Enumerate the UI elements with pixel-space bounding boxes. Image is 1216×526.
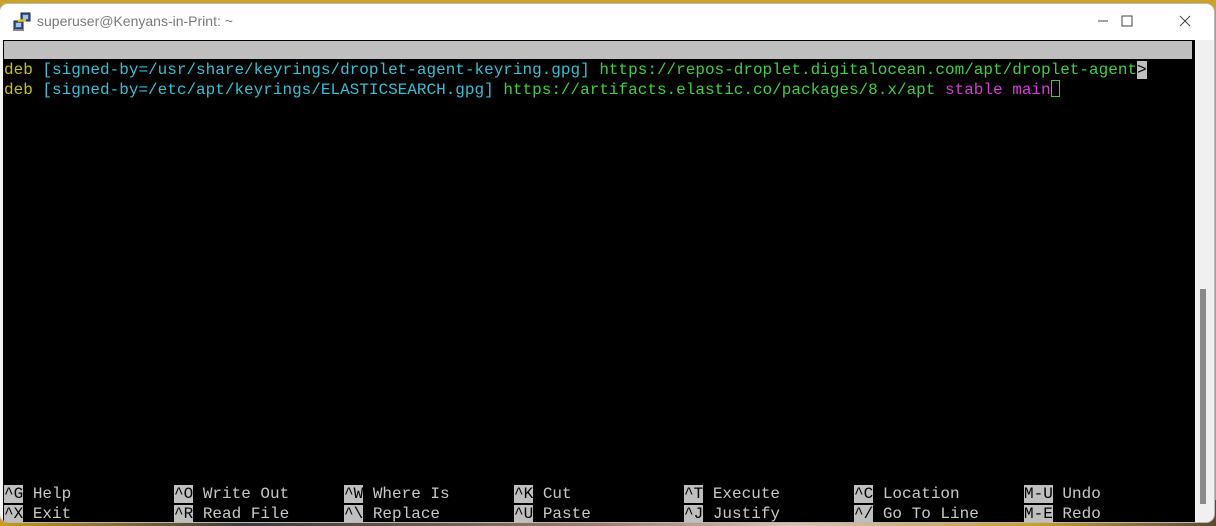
close-icon bbox=[1179, 15, 1191, 27]
shortcut-label: Replace bbox=[372, 505, 441, 522]
shortcut-label: Where Is bbox=[372, 485, 450, 503]
shortcut-key: ^/ bbox=[854, 505, 874, 522]
shortcut-justify[interactable]: ^J Justify bbox=[684, 504, 780, 522]
shortcut-key: ^G bbox=[4, 485, 24, 503]
shortcut-go-to-line[interactable]: ^/ Go To Line bbox=[854, 504, 979, 522]
terminal-window: superuser@Kenyans-in-Print: ~ GNU nano 7… bbox=[0, 4, 1214, 522]
shortcut-label: Cut bbox=[542, 485, 572, 503]
title-bar[interactable]: superuser@Kenyans-in-Print: ~ bbox=[0, 4, 1214, 40]
shortcut-label: Justify bbox=[712, 505, 781, 522]
shortcut-location[interactable]: ^C Location bbox=[854, 484, 960, 504]
shortcut-key: ^T bbox=[684, 485, 704, 503]
deb-keyword: deb bbox=[4, 61, 33, 79]
line-overflow-marker: > bbox=[1137, 61, 1147, 79]
shortcut-key: ^\ bbox=[344, 505, 364, 522]
shortcut-cut[interactable]: ^K Cut bbox=[514, 484, 572, 504]
shortcut-exit[interactable]: ^X Exit bbox=[4, 504, 71, 522]
shortcut-label: Go To Line bbox=[882, 505, 979, 522]
deb-keyword: deb bbox=[4, 81, 33, 99]
shortcut-label: Exit bbox=[32, 505, 72, 522]
signed-by-option: [signed-by=/usr/share/keyrings/droplet-a… bbox=[42, 61, 590, 79]
close-button[interactable] bbox=[1162, 4, 1208, 38]
shortcut-key: M-E bbox=[1024, 505, 1053, 522]
shortcut-label: Paste bbox=[542, 505, 591, 522]
file-line-2[interactable]: deb [signed-by=/etc/apt/keyrings/ELASTIC… bbox=[4, 80, 1060, 100]
shortcut-replace[interactable]: ^\ Replace bbox=[344, 504, 440, 522]
text-cursor bbox=[1050, 80, 1060, 97]
shortcut-label: Execute bbox=[712, 485, 781, 503]
scrollbar-thumb[interactable] bbox=[1200, 289, 1206, 504]
maximize-icon bbox=[1121, 15, 1133, 27]
shortcut-label: Redo bbox=[1062, 505, 1101, 522]
shortcut-execute[interactable]: ^T Execute bbox=[684, 484, 780, 504]
shortcut-help[interactable]: ^G Help bbox=[4, 484, 71, 504]
maximize-button[interactable] bbox=[1104, 4, 1150, 38]
shortcut-label: Help bbox=[32, 485, 72, 503]
repo-url: https://artifacts.elastic.co/packages/8.… bbox=[503, 81, 936, 99]
shortcut-key: ^C bbox=[854, 485, 874, 503]
shortcut-key: ^O bbox=[174, 485, 194, 503]
shortcut-key: ^R bbox=[174, 505, 194, 522]
shortcut-where-is[interactable]: ^W Where Is bbox=[344, 484, 450, 504]
shortcut-undo[interactable]: M-U Undo bbox=[1024, 484, 1101, 504]
shortcut-label: Location bbox=[882, 485, 960, 503]
shortcut-key: ^U bbox=[514, 505, 534, 522]
shortcut-key: M-U bbox=[1024, 485, 1053, 503]
putty-icon bbox=[13, 12, 31, 31]
shortcut-key: ^W bbox=[344, 485, 364, 503]
repo-url: https://repos-droplet.digitalocean.com/a… bbox=[599, 61, 1138, 79]
shortcut-label: Write Out bbox=[202, 485, 290, 503]
vertical-scrollbar[interactable] bbox=[1196, 40, 1214, 522]
suite: stable bbox=[945, 81, 1003, 99]
shortcut-key: ^K bbox=[514, 485, 534, 503]
shortcut-label: Undo bbox=[1062, 485, 1101, 503]
component: main bbox=[1012, 81, 1051, 99]
terminal-content[interactable]: GNU nano 7.2 /etc/apt/sources.list.d/dro… bbox=[3, 40, 1195, 522]
shortcut-paste[interactable]: ^U Paste bbox=[514, 504, 591, 522]
shortcut-write-out[interactable]: ^O Write Out bbox=[174, 484, 289, 504]
shortcut-label: Read File bbox=[202, 505, 290, 522]
shortcut-read-file[interactable]: ^R Read File bbox=[174, 504, 289, 522]
file-line-1[interactable]: deb [signed-by=/usr/share/keyrings/dropl… bbox=[4, 60, 1147, 80]
shortcut-key: ^J bbox=[684, 505, 704, 522]
shortcut-redo[interactable]: M-E Redo bbox=[1024, 504, 1101, 522]
nano-header: GNU nano 7.2 /etc/apt/sources.list.d/dro… bbox=[3, 40, 1193, 100]
shortcut-key: ^X bbox=[4, 505, 24, 522]
window-title: superuser@Kenyans-in-Print: ~ bbox=[37, 13, 233, 29]
signed-by-option: [signed-by=/etc/apt/keyrings/ELASTICSEAR… bbox=[42, 81, 494, 99]
